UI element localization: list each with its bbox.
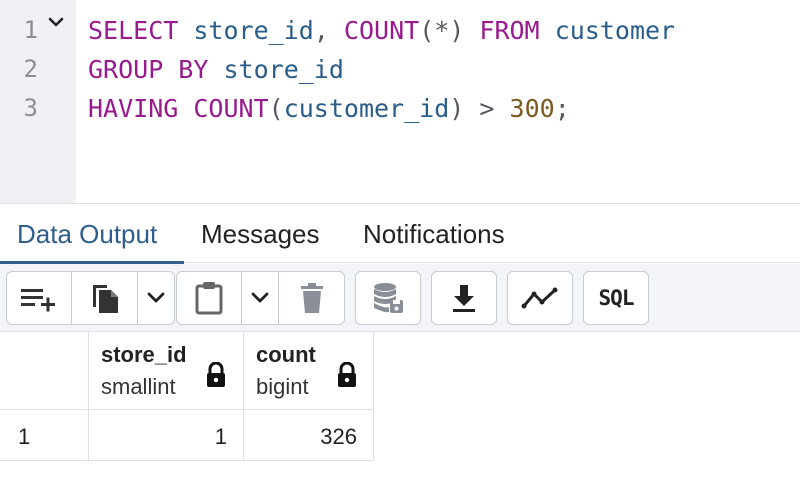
sql-button[interactable]: SQL xyxy=(583,271,649,325)
line-gutter: 1 2 3 xyxy=(0,0,76,203)
line-number: 2 xyxy=(23,55,38,83)
lock-icon xyxy=(338,362,356,387)
column-header-count[interactable]: count bigint xyxy=(244,332,374,410)
keyword: FROM xyxy=(479,16,540,45)
data-toolbar: SQL xyxy=(0,264,800,332)
copy-icon xyxy=(92,285,118,313)
fold-chevron-icon[interactable] xyxy=(46,12,66,32)
identifier: store_id xyxy=(223,55,344,84)
column-type: bigint xyxy=(256,374,309,399)
column-header-store-id[interactable]: store_id smallint xyxy=(89,332,244,410)
code-line-2: GROUP BY store_id xyxy=(88,50,344,89)
punctuation: ( xyxy=(268,94,284,123)
chevron-down-icon xyxy=(251,292,269,303)
tab-messages[interactable]: Messages xyxy=(201,204,320,264)
sql-icon: SQL xyxy=(598,286,635,310)
column-type: smallint xyxy=(101,374,176,399)
number-literal: 300 xyxy=(509,94,555,123)
punctuation: , xyxy=(313,16,329,45)
column-name: store_id xyxy=(101,342,187,367)
line-number: 3 xyxy=(23,94,38,122)
graph-visualiser-button[interactable] xyxy=(507,271,573,325)
paste-options-dropdown[interactable] xyxy=(242,271,279,325)
cell-value: 326 xyxy=(320,424,357,449)
code-line-3: HAVING COUNT(customer_id) > 300; xyxy=(88,89,570,128)
add-row-button[interactable] xyxy=(6,271,72,325)
line-number: 1 xyxy=(23,16,38,44)
paste-button[interactable] xyxy=(176,271,242,325)
row-number: 1 xyxy=(18,424,31,449)
row-number-header xyxy=(0,332,89,410)
keyword: HAVING xyxy=(88,94,179,123)
delete-button[interactable] xyxy=(279,271,345,325)
add-row-icon xyxy=(21,289,55,312)
function-name: COUNT xyxy=(193,94,269,123)
identifier: customer xyxy=(554,16,676,45)
keyword: SELECT xyxy=(88,16,179,45)
column-name: count xyxy=(256,342,316,367)
save-data-icon xyxy=(374,283,403,313)
identifier: customer_id xyxy=(283,94,450,123)
query-editor[interactable]: 1 2 3 SELECT store_id, COUNT(*) FROM cus… xyxy=(0,0,800,203)
download-icon xyxy=(453,285,475,312)
graph-icon xyxy=(521,287,558,309)
table-cell[interactable]: 1 xyxy=(89,410,244,461)
copy-options-dropdown[interactable] xyxy=(138,271,175,325)
code-line-1: SELECT store_id, COUNT(*) FROM customer xyxy=(88,11,675,50)
function-name: COUNT xyxy=(343,16,420,45)
lock-icon xyxy=(207,362,225,387)
tab-notifications[interactable]: Notifications xyxy=(363,204,505,264)
tab-data-output[interactable]: Data Output xyxy=(17,204,157,264)
identifier: store_id xyxy=(193,16,314,45)
paste-icon xyxy=(195,282,223,315)
cell-value: 1 xyxy=(214,424,227,449)
punctuation: (*) xyxy=(419,16,465,45)
save-data-button[interactable] xyxy=(355,271,421,325)
operator: > xyxy=(479,94,495,123)
copy-button[interactable] xyxy=(72,271,138,325)
delete-icon xyxy=(300,283,323,313)
download-button[interactable] xyxy=(431,271,497,325)
punctuation: ; xyxy=(554,94,570,123)
table-cell[interactable]: 326 xyxy=(244,410,374,461)
output-tabs: Data Output Messages Notifications xyxy=(0,203,800,264)
punctuation: ) xyxy=(449,94,465,123)
chevron-down-icon xyxy=(147,292,165,303)
row-number-cell[interactable]: 1 xyxy=(0,410,89,461)
keyword: GROUP BY xyxy=(88,55,209,84)
